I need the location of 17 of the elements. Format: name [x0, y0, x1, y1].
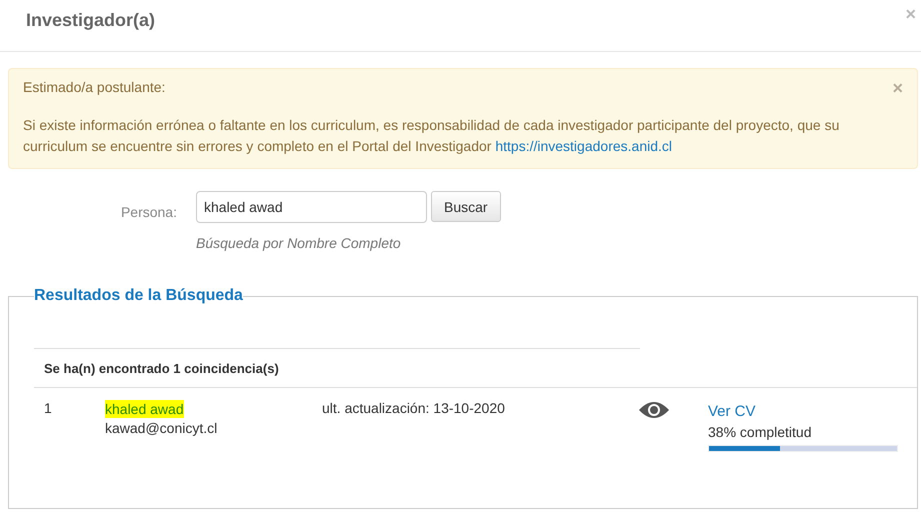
field-label: Persona:: [120, 203, 177, 222]
alert-message: Si existe información errónea o faltante en los curriculum, es responsabilidad de cada investigador participante del proyecto, que su curriculum se encuentre sin errores y completo en el Portal del Investigador https://investigadores.anid.cl: [23, 116, 840, 156]
portal-link[interactable]: https://investigadores.anid.cl: [495, 138, 672, 154]
modal-title: Investigador(a): [26, 10, 156, 30]
results-summary: Se ha(n) encontrado 1 coincidencia(s): [44, 361, 279, 376]
view-cv-link[interactable]: Ver CV: [708, 403, 756, 420]
results-legend: Resultados de la Búsqueda: [34, 287, 243, 305]
researcher-name: khaled awad: [105, 400, 184, 418]
search-field[interactable]: khaled awad: [196, 191, 427, 223]
update-date: ult. actualización: 13-10-2020: [322, 400, 506, 416]
eye-icon[interactable]: [638, 400, 670, 420]
alert-heading: Estimado/a postulante:: [23, 79, 166, 95]
row-number: 1: [43, 400, 53, 416]
researcher-email: kawad@conicyt.cl: [105, 420, 218, 436]
completeness-text: 38% completitud: [708, 424, 812, 440]
search-hint: Búsqueda por Nombre Completo: [196, 235, 402, 251]
search-button[interactable]: Buscar: [431, 191, 501, 222]
